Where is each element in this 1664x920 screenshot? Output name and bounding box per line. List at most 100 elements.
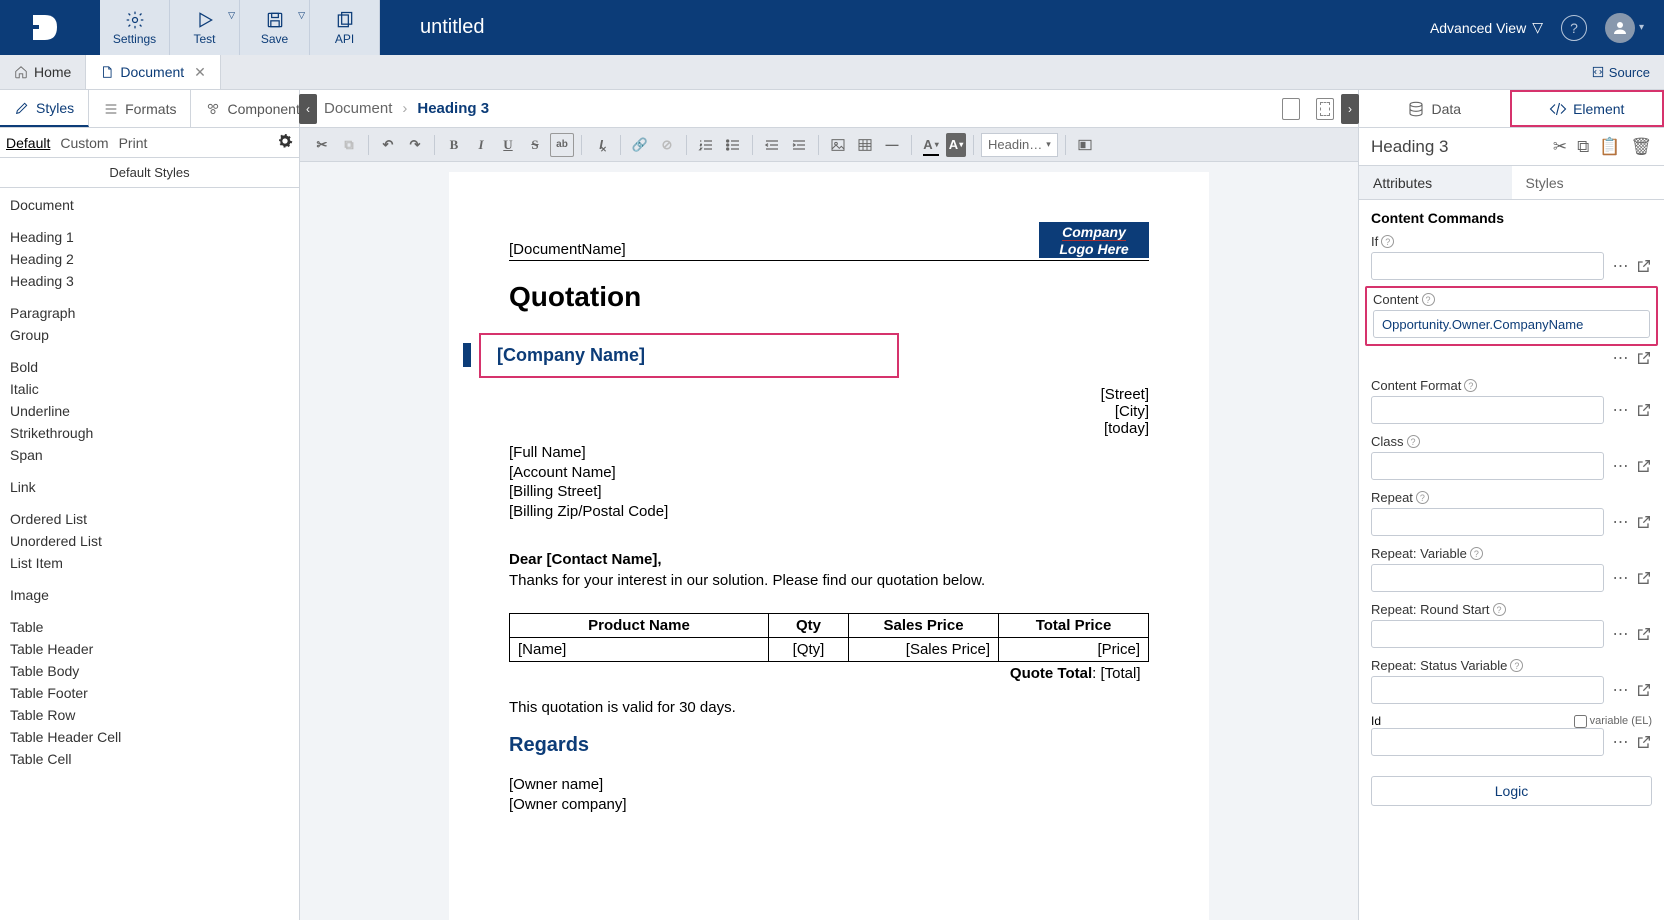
style-item[interactable]: Table Row bbox=[10, 704, 289, 726]
style-item[interactable]: Paragraph bbox=[10, 302, 289, 324]
heading-select[interactable]: Headin…▾ bbox=[981, 133, 1058, 157]
table-button[interactable] bbox=[853, 133, 877, 157]
style-item[interactable]: Underline bbox=[10, 400, 289, 422]
image-button[interactable] bbox=[826, 133, 850, 157]
style-item[interactable]: Italic bbox=[10, 378, 289, 400]
help-icon[interactable]: ? bbox=[1464, 379, 1477, 392]
api-button[interactable]: API bbox=[310, 0, 380, 55]
popout-icon[interactable] bbox=[1636, 350, 1652, 366]
help-icon[interactable]: ? bbox=[1470, 547, 1483, 560]
test-button[interactable]: Test ▽ bbox=[170, 0, 240, 55]
ol-button[interactable] bbox=[694, 133, 718, 157]
repeat-status-input[interactable] bbox=[1371, 676, 1604, 704]
more-icon[interactable]: ⋯ bbox=[1610, 348, 1630, 368]
content-input[interactable] bbox=[1373, 310, 1650, 338]
more-icon[interactable]: ⋯ bbox=[1610, 456, 1630, 476]
subtab-print[interactable]: Print bbox=[119, 135, 148, 151]
style-item[interactable]: Link bbox=[10, 476, 289, 498]
more-icon[interactable]: ⋯ bbox=[1610, 512, 1630, 532]
subtab-attributes[interactable]: Attributes bbox=[1359, 166, 1512, 199]
popout-icon[interactable] bbox=[1636, 258, 1652, 274]
style-item[interactable]: Heading 1 bbox=[10, 226, 289, 248]
ul-button[interactable] bbox=[721, 133, 745, 157]
class-input[interactable] bbox=[1371, 452, 1604, 480]
bold-button[interactable]: B bbox=[442, 133, 466, 157]
style-item[interactable]: Unordered List bbox=[10, 530, 289, 552]
collapse-right-button[interactable]: › bbox=[1341, 94, 1359, 124]
help-icon[interactable]: ? bbox=[1407, 435, 1420, 448]
style-item[interactable]: Image bbox=[10, 584, 289, 606]
help-icon[interactable]: ? bbox=[1510, 659, 1523, 672]
document-canvas[interactable]: [DocumentName] Company Logo Here Quotati… bbox=[300, 162, 1358, 920]
style-item[interactable]: Heading 2 bbox=[10, 248, 289, 270]
save-button[interactable]: Save ▽ bbox=[240, 0, 310, 55]
help-icon[interactable]: ? bbox=[1381, 235, 1394, 248]
subtab-default[interactable]: Default bbox=[6, 135, 50, 151]
fullscreen-button[interactable] bbox=[1073, 133, 1097, 157]
more-icon[interactable]: ⋯ bbox=[1610, 732, 1630, 752]
span-button[interactable]: ab bbox=[550, 133, 574, 157]
popout-icon[interactable] bbox=[1636, 402, 1652, 418]
more-icon[interactable]: ⋯ bbox=[1610, 568, 1630, 588]
copy-button[interactable]: ⧉ bbox=[337, 133, 361, 157]
more-icon[interactable]: ⋯ bbox=[1610, 400, 1630, 420]
repeat-var-input[interactable] bbox=[1371, 564, 1604, 592]
bg-color-button[interactable]: A▾ bbox=[946, 133, 966, 157]
style-item[interactable]: Table bbox=[10, 616, 289, 638]
more-icon[interactable]: ⋯ bbox=[1610, 624, 1630, 644]
style-item[interactable]: Ordered List bbox=[10, 508, 289, 530]
breadcrumb-heading3[interactable]: Heading 3 bbox=[417, 100, 489, 117]
style-item[interactable]: Table Cell bbox=[10, 748, 289, 770]
help-icon[interactable]: ? bbox=[1493, 603, 1506, 616]
help-button[interactable]: ? bbox=[1561, 15, 1587, 41]
selected-heading3[interactable]: [Company Name] bbox=[479, 333, 899, 378]
underline-button[interactable]: U bbox=[496, 133, 520, 157]
settings-button[interactable]: Settings bbox=[100, 0, 170, 55]
tab-home[interactable]: Home bbox=[0, 55, 86, 89]
link-button[interactable]: 🔗 bbox=[628, 133, 652, 157]
if-input[interactable] bbox=[1371, 252, 1604, 280]
logic-button[interactable]: Logic bbox=[1371, 776, 1652, 806]
hr-button[interactable]: ― bbox=[880, 133, 904, 157]
clear-format-button[interactable]: I✕ bbox=[589, 133, 613, 157]
page-view-icon[interactable] bbox=[1282, 98, 1300, 120]
style-item[interactable]: Strikethrough bbox=[10, 422, 289, 444]
popout-icon[interactable] bbox=[1636, 514, 1652, 530]
more-icon[interactable]: ⋯ bbox=[1610, 256, 1630, 276]
style-item[interactable]: Table Footer bbox=[10, 682, 289, 704]
user-avatar-button[interactable] bbox=[1605, 13, 1635, 43]
popout-icon[interactable] bbox=[1636, 458, 1652, 474]
style-item[interactable]: Heading 3 bbox=[10, 270, 289, 292]
right-tab-element[interactable]: Element bbox=[1510, 90, 1664, 127]
left-tab-formats[interactable]: Formats bbox=[89, 90, 191, 127]
unlink-button[interactable]: ⊘ bbox=[655, 133, 679, 157]
advanced-view-toggle[interactable]: Advanced View ▽ bbox=[1430, 19, 1543, 36]
tab-document[interactable]: Document ✕ bbox=[86, 55, 221, 89]
style-item[interactable]: Table Body bbox=[10, 660, 289, 682]
collapse-left-button[interactable]: ‹ bbox=[299, 94, 317, 124]
style-item[interactable]: Span bbox=[10, 444, 289, 466]
popout-icon[interactable] bbox=[1636, 626, 1652, 642]
close-icon[interactable]: ✕ bbox=[194, 64, 206, 81]
id-input[interactable] bbox=[1371, 728, 1604, 756]
indent-button[interactable] bbox=[787, 133, 811, 157]
right-tab-data[interactable]: Data bbox=[1359, 90, 1510, 127]
repeat-round-input[interactable] bbox=[1371, 620, 1604, 648]
style-item[interactable]: Bold bbox=[10, 356, 289, 378]
cut-button[interactable]: ✂ bbox=[310, 133, 334, 157]
cut-icon[interactable]: ✂ bbox=[1553, 137, 1567, 157]
popout-icon[interactable] bbox=[1636, 682, 1652, 698]
style-item[interactable]: Document bbox=[10, 194, 289, 216]
breadcrumb-document[interactable]: Document bbox=[324, 100, 392, 117]
more-icon[interactable]: ⋯ bbox=[1610, 680, 1630, 700]
subtab-custom[interactable]: Custom bbox=[60, 135, 108, 151]
italic-button[interactable]: I bbox=[469, 133, 493, 157]
redo-button[interactable]: ↷ bbox=[403, 133, 427, 157]
repeat-input[interactable] bbox=[1371, 508, 1604, 536]
left-tab-styles[interactable]: Styles bbox=[0, 90, 89, 127]
style-item[interactable]: Table Header bbox=[10, 638, 289, 660]
source-button[interactable]: Source bbox=[1577, 55, 1664, 89]
strike-button[interactable]: S bbox=[523, 133, 547, 157]
content-format-input[interactable] bbox=[1371, 396, 1604, 424]
help-icon[interactable]: ? bbox=[1422, 293, 1435, 306]
